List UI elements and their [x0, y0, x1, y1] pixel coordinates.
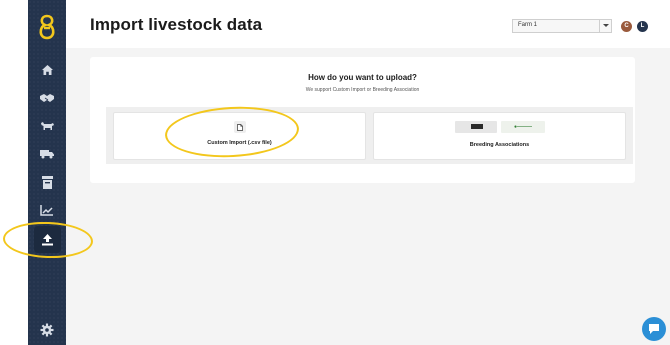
farm-selector-toggle[interactable] — [599, 20, 611, 32]
chart-icon — [40, 204, 53, 216]
app-frame: Import livestock data Farm 1 C L How do … — [0, 0, 670, 345]
gear-icon — [40, 323, 54, 337]
cow-icon — [40, 122, 54, 130]
association-logo-green: ●——— — [501, 121, 545, 133]
sidebar-item-home[interactable] — [38, 62, 56, 78]
chevron-down-icon — [603, 24, 609, 27]
left-gutter — [0, 0, 28, 345]
chat-button[interactable] — [642, 317, 666, 341]
sidebar-item-livestock[interactable] — [38, 118, 56, 134]
avatar[interactable]: L — [637, 21, 648, 32]
sidebar — [28, 0, 66, 345]
breeding-associations-option[interactable]: ●——— Breeding Associations — [373, 112, 626, 160]
association-logo-dark — [455, 121, 497, 133]
farm-selector-value: Farm 1 — [518, 22, 538, 28]
upload-method-subheading: We support Custom Import or Breeding Ass… — [305, 87, 420, 93]
upload-method-heading: How do you want to upload? — [308, 73, 417, 82]
chat-icon — [649, 324, 659, 334]
page-title: Import livestock data — [90, 15, 263, 34]
breeding-associations-label: Breeding Associations — [469, 142, 530, 148]
upload-method-card: How do you want to upload? We support Cu… — [90, 57, 635, 183]
farm-selector[interactable]: Farm 1 — [512, 19, 612, 33]
sidebar-item-settings[interactable] — [38, 322, 56, 338]
main-content: Import livestock data Farm 1 C L How do … — [66, 0, 670, 345]
avatar[interactable]: C — [621, 21, 632, 32]
sidebar-item-trading[interactable] — [38, 90, 56, 106]
sidebar-item-records[interactable] — [38, 174, 56, 190]
truck-icon — [40, 150, 54, 159]
top-bar: Import livestock data Farm 1 C L — [66, 0, 670, 48]
sidebar-item-transport[interactable] — [38, 146, 56, 162]
home-icon — [41, 65, 53, 75]
app-logo[interactable] — [37, 14, 57, 40]
archive-icon — [41, 175, 53, 189]
handshake-icon — [40, 94, 54, 102]
sidebar-item-reports[interactable] — [38, 202, 56, 218]
